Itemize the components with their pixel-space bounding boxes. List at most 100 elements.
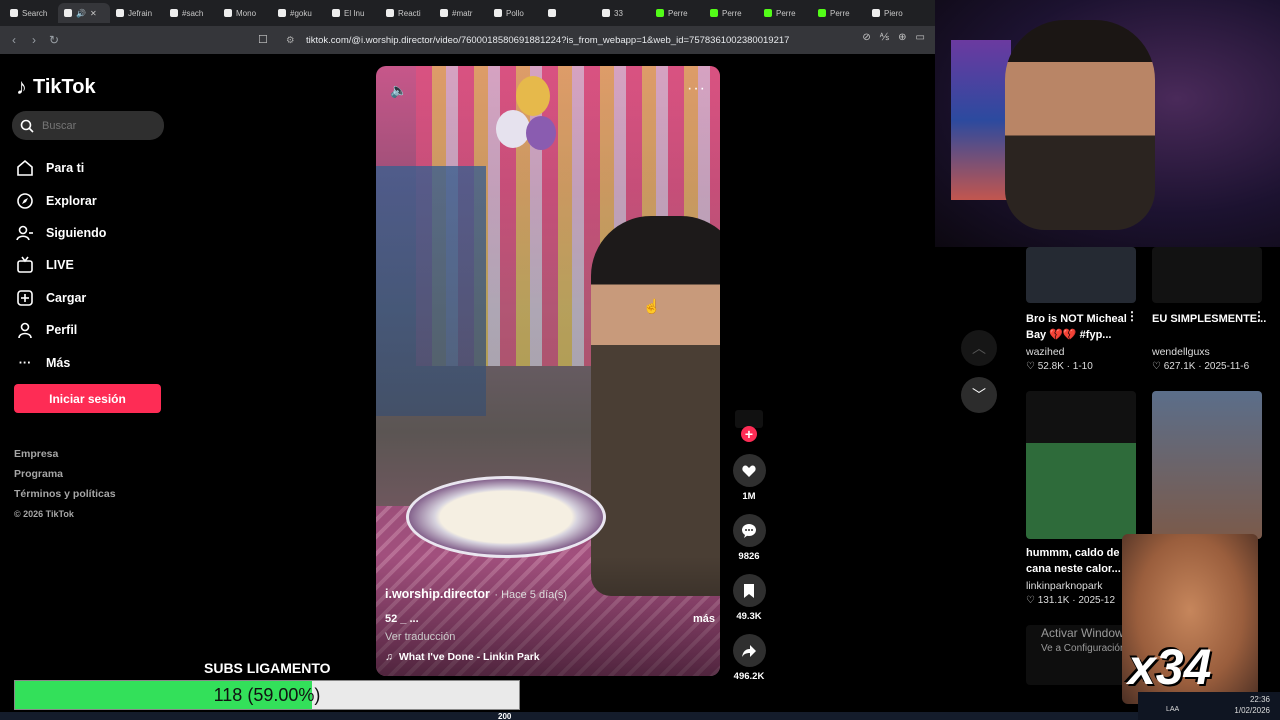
tiktok-favicon-icon bbox=[872, 9, 880, 17]
browser-tab[interactable]: Piero bbox=[866, 3, 920, 23]
related-thumb[interactable] bbox=[1152, 391, 1262, 539]
video-player[interactable]: 🔈 ··· i.worship.director · Hace 5 día(s)… bbox=[376, 66, 720, 676]
kick-favicon-icon bbox=[656, 9, 664, 17]
video-date: · Hace 5 día(s) bbox=[494, 589, 568, 601]
clock[interactable]: 22:36 1/02/2026 bbox=[1234, 694, 1270, 716]
footer-link-empresa[interactable]: Empresa bbox=[14, 444, 116, 464]
browser-tab[interactable]: Reacti bbox=[380, 3, 434, 23]
related-more-icon[interactable]: ⋮ bbox=[1253, 309, 1265, 323]
browser-tab[interactable]: #matr bbox=[434, 3, 488, 23]
home-icon bbox=[16, 159, 34, 177]
nav-item-cargar[interactable]: Cargar bbox=[16, 282, 106, 314]
browser-tab[interactable]: #goku bbox=[272, 3, 326, 23]
browser-tab[interactable]: El Inu bbox=[326, 3, 380, 23]
browser-tab[interactable]: 33 bbox=[596, 3, 650, 23]
nav-item-mas[interactable]: ··· Más bbox=[16, 346, 106, 378]
footer-links: Empresa Programa Términos y políticas © … bbox=[14, 444, 116, 524]
nav-item-explorar[interactable]: Explorar bbox=[16, 184, 106, 216]
volume-icon[interactable]: 🔈 bbox=[390, 82, 407, 99]
prev-video-button[interactable]: ︿ bbox=[961, 330, 997, 366]
related-stats: ♡ 52.8K · 1-10 bbox=[1026, 361, 1093, 372]
related-thumb[interactable] bbox=[1026, 247, 1136, 303]
browser-tab[interactable]: Mono bbox=[218, 3, 272, 23]
mouse-cursor-icon: ☝ bbox=[643, 298, 661, 314]
subs-progress-bar: 118 (59.00%) bbox=[14, 680, 520, 710]
related-thumb[interactable] bbox=[1152, 247, 1262, 303]
browser-tab[interactable]: Perre bbox=[704, 3, 758, 23]
footer-link-programa[interactable]: Programa bbox=[14, 464, 116, 484]
browser-tab[interactable]: Pollo bbox=[488, 3, 542, 23]
site-info-icon[interactable]: ⚙ bbox=[286, 35, 295, 46]
bookmark-icon[interactable]: ☐ bbox=[258, 33, 268, 46]
related-title[interactable]: EU SIMPLESMENTE... bbox=[1152, 311, 1267, 327]
share-icon bbox=[742, 644, 756, 657]
reload-icon[interactable]: ↻ bbox=[44, 33, 64, 47]
search-input[interactable] bbox=[42, 119, 152, 132]
browser-tab[interactable]: Search bbox=[4, 3, 58, 23]
browser-tab[interactable]: #sach bbox=[164, 3, 218, 23]
video-scene-balloon bbox=[516, 76, 550, 116]
back-icon[interactable]: ‹ bbox=[4, 33, 24, 47]
subs-progress-text: 118 (59.00%) bbox=[213, 684, 321, 705]
translate-icon[interactable]: ⅍ bbox=[880, 32, 889, 43]
related-user[interactable]: wazihed bbox=[1026, 346, 1065, 358]
related-user[interactable]: wendellguxs bbox=[1152, 346, 1210, 358]
related-title[interactable]: Bro is NOT Micheal Bay 💔💔 #fyp... bbox=[1026, 311, 1141, 343]
video-author[interactable]: i.worship.director bbox=[385, 587, 490, 601]
follow-button[interactable]: + bbox=[741, 426, 757, 442]
browser-tab[interactable]: Perre bbox=[758, 3, 812, 23]
video-actions: + 1M 9826 49.3K 496.2K bbox=[732, 410, 766, 682]
browser-tab[interactable] bbox=[542, 3, 596, 23]
compass-icon bbox=[16, 192, 34, 210]
tiktok-favicon-icon bbox=[224, 9, 232, 17]
comment-icon bbox=[742, 523, 756, 538]
login-button[interactable]: Iniciar sesión bbox=[14, 384, 161, 413]
footer-link-terminos[interactable]: Términos y políticas bbox=[14, 484, 116, 504]
forward-icon[interactable]: › bbox=[24, 33, 44, 47]
browser-tab[interactable]: Perre bbox=[650, 3, 704, 23]
language-indicator[interactable]: LAA bbox=[1166, 706, 1179, 713]
close-tab-icon[interactable]: ✕ bbox=[90, 9, 97, 18]
share-button[interactable] bbox=[732, 634, 766, 667]
tiktok-logo[interactable]: ♪ TikTok bbox=[16, 74, 96, 100]
nav-item-para-ti[interactable]: Para ti bbox=[16, 152, 106, 184]
more-options-icon[interactable]: ··· bbox=[687, 80, 706, 98]
related-more-icon[interactable]: ⋮ bbox=[1126, 309, 1138, 323]
windows-activation-title: Activar Windows bbox=[1041, 626, 1130, 640]
system-tray: LAA 22:36 1/02/2026 bbox=[1138, 692, 1280, 720]
related-stats: ♡ 627.1K · 2025-11-6 bbox=[1152, 361, 1250, 372]
video-scene-plate bbox=[406, 476, 606, 558]
comment-button[interactable] bbox=[732, 514, 766, 547]
related-thumb[interactable] bbox=[1026, 391, 1136, 539]
kick-favicon-icon bbox=[764, 9, 772, 17]
translate-link[interactable]: Ver traducción bbox=[385, 631, 715, 643]
video-description: 52 _ ... bbox=[385, 613, 419, 625]
tiktok-favicon-icon bbox=[494, 9, 502, 17]
extension-icon[interactable]: ⊘ bbox=[862, 32, 870, 43]
zoom-icon[interactable]: ⊕ bbox=[898, 32, 906, 43]
music-link[interactable]: ♫ What I've Done - Linkin Park bbox=[385, 651, 715, 663]
more-link[interactable]: más bbox=[693, 613, 715, 625]
save-button[interactable] bbox=[732, 574, 766, 607]
bookmark-icon bbox=[744, 583, 754, 598]
tiktok-note-icon: ♪ bbox=[16, 74, 27, 99]
following-icon bbox=[16, 224, 34, 242]
url-text[interactable]: tiktok.com/@i.worship.director/video/760… bbox=[306, 35, 789, 46]
like-button[interactable] bbox=[732, 454, 766, 487]
browser-tab[interactable]: Jefrain bbox=[110, 3, 164, 23]
browser-tab[interactable]: Perre bbox=[812, 3, 866, 23]
next-video-button[interactable]: ﹀ bbox=[961, 377, 997, 413]
related-user[interactable]: linkinparknopark bbox=[1026, 580, 1102, 592]
nav-item-live[interactable]: LIVE bbox=[16, 249, 106, 281]
address-bar[interactable]: ⚙ tiktok.com/@i.worship.director/video/7… bbox=[278, 30, 838, 50]
nav-item-siguiendo[interactable]: Siguiendo bbox=[16, 217, 106, 249]
share-count: 496.2K bbox=[733, 671, 765, 682]
cast-icon[interactable]: ▭ bbox=[916, 32, 925, 43]
nav-item-perfil[interactable]: Perfil bbox=[16, 314, 106, 346]
browser-toolbar: ‹ › ↻ ☐ ⚙ tiktok.com/@i.worship.director… bbox=[0, 26, 935, 54]
browser-tab-active[interactable]: 🔊 ✕ bbox=[58, 3, 110, 23]
speaker-icon: 🔊 bbox=[76, 8, 86, 18]
bottom-counter: 200 bbox=[498, 712, 512, 720]
search-box[interactable] bbox=[12, 111, 164, 140]
video-scene-balloon bbox=[496, 110, 530, 148]
